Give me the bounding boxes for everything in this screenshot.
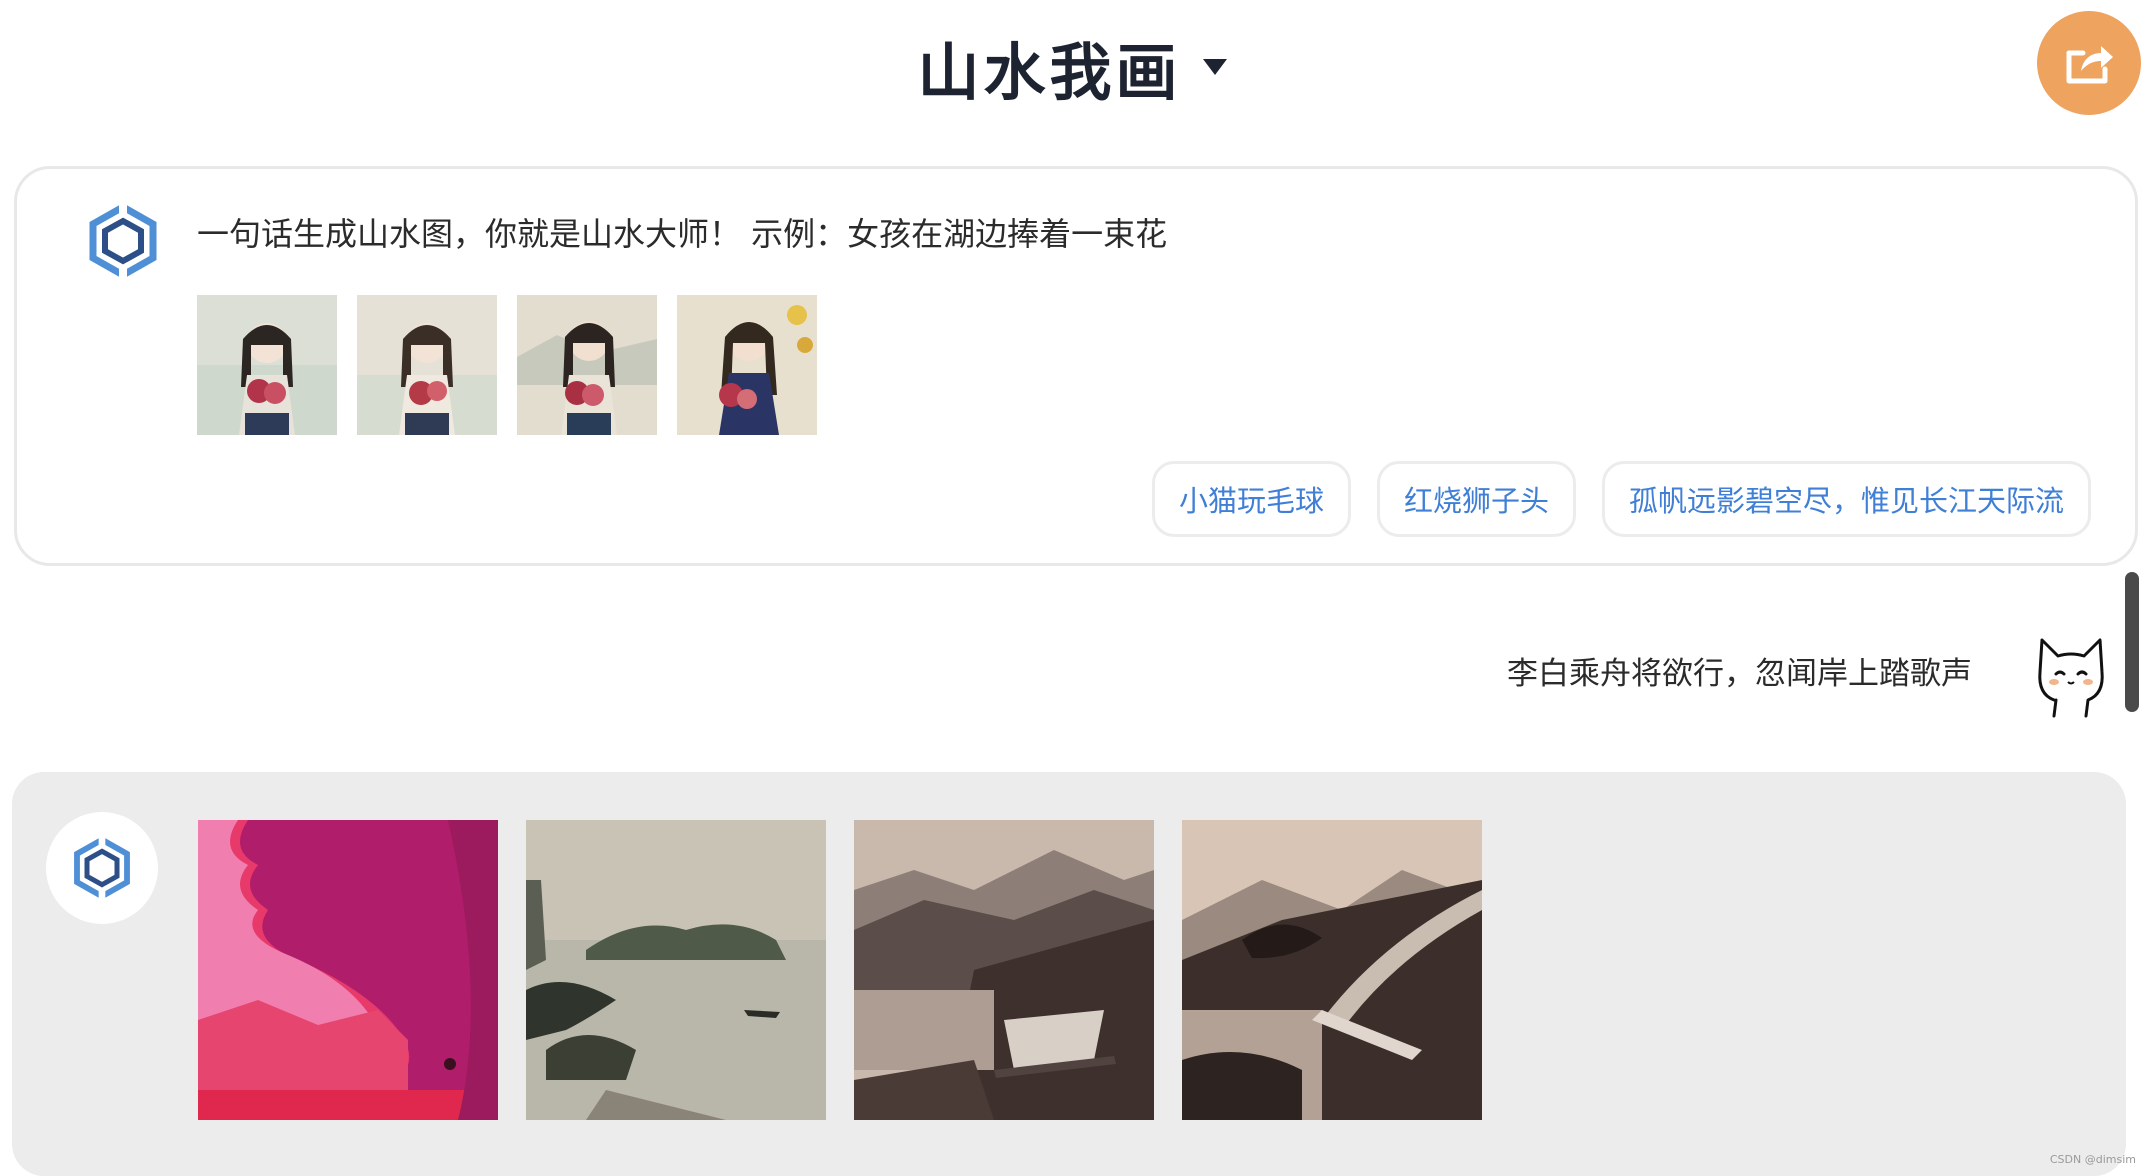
watermark: CSDN @dimsim [2049, 1153, 2136, 1166]
suggestion-chip[interactable]: 小猫玩毛球 [1151, 461, 1351, 537]
example-image-4[interactable] [677, 295, 817, 435]
scrollbar[interactable] [2125, 572, 2139, 712]
title-wrap: 山水我画 [0, 22, 2146, 112]
bot-logo-icon [74, 836, 130, 900]
generated-image-4[interactable] [1182, 820, 1482, 1120]
example-thumbnails [197, 295, 817, 435]
example-image-3[interactable] [517, 295, 657, 435]
generated-image-3[interactable] [854, 820, 1154, 1120]
intro-message: 一句话生成山水图，你就是山水大师！ 示例：女孩在湖边捧着一束花 [197, 215, 1168, 253]
cat-avatar-icon [2038, 638, 2104, 718]
user-message-text: 李白乘舟将欲行，忽闻岸上踏歌声 [1507, 656, 1972, 692]
generated-image-2[interactable] [526, 820, 826, 1120]
generated-image-1[interactable] [198, 820, 498, 1120]
user-message-row: 李白乘舟将欲行，忽闻岸上踏歌声 [0, 610, 2146, 740]
suggestion-chips: 小猫玩毛球 红烧狮子头 孤帆远影碧空尽，惟见长江天际流 [1151, 461, 2091, 537]
bot-logo-icon [89, 202, 157, 280]
bot-intro-card: 一句话生成山水图，你就是山水大师！ 示例：女孩在湖边捧着一束花 小猫玩毛球 红烧… [14, 166, 2138, 566]
bot-result-card [12, 772, 2126, 1176]
page-title[interactable]: 山水我画 [917, 22, 1181, 112]
example-image-2[interactable] [357, 295, 497, 435]
suggestion-chip[interactable]: 孤帆远影碧空尽，惟见长江天际流 [1601, 461, 2091, 537]
suggestion-chip[interactable]: 红烧狮子头 [1376, 461, 1576, 537]
share-button[interactable] [2037, 11, 2141, 115]
bot-avatar [46, 812, 158, 924]
generated-images [198, 820, 1482, 1120]
share-icon [2066, 46, 2113, 84]
example-image-1[interactable] [197, 295, 337, 435]
caret-down-icon[interactable] [1201, 57, 1229, 77]
header: 山水我画 [0, 0, 2146, 130]
